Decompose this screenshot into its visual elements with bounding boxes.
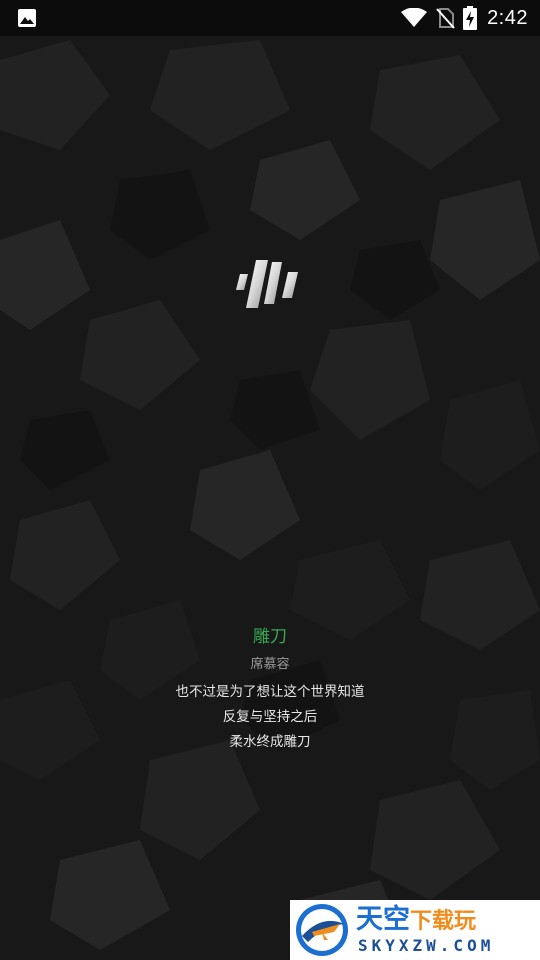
status-icons: 2:42 (401, 0, 528, 36)
app-logo-icon (236, 260, 298, 308)
wifi-icon (401, 8, 428, 27)
watermark-brand-main: 天空 (356, 904, 410, 935)
status-time: 2:42 (487, 6, 528, 29)
site-watermark: 天空下载玩 SKYXZW.COM (290, 900, 540, 960)
lyric-line: 也不过是为了想让这个世界知道 (175, 684, 365, 700)
watermark-domain: SKYXZW.COM (358, 936, 495, 955)
lyric-line: 柔水终成雕刀 (229, 734, 311, 750)
status-bar: 2:42 (0, 0, 540, 36)
song-title: 雕刀 (253, 627, 287, 647)
plane-emblem-icon (296, 904, 348, 956)
no-sim-icon (436, 8, 455, 29)
watermark-brand-sub: 下载玩 (410, 909, 477, 934)
battery-charging-icon (463, 6, 478, 30)
lyric-line: 反复与坚持之后 (222, 709, 318, 725)
background-artwork (0, 0, 540, 960)
song-info: 雕刀 席慕容 也不过是为了想让这个世界知道 反复与坚持之后 柔水终成雕刀 (0, 622, 540, 755)
image-notification-icon (18, 9, 36, 27)
song-artist: 席慕容 (250, 657, 290, 672)
splash-screen: 2:42 雕刀 席慕容 也不过是为了想让这个世界知道 反复与坚持之后 柔水终成雕… (0, 0, 540, 960)
